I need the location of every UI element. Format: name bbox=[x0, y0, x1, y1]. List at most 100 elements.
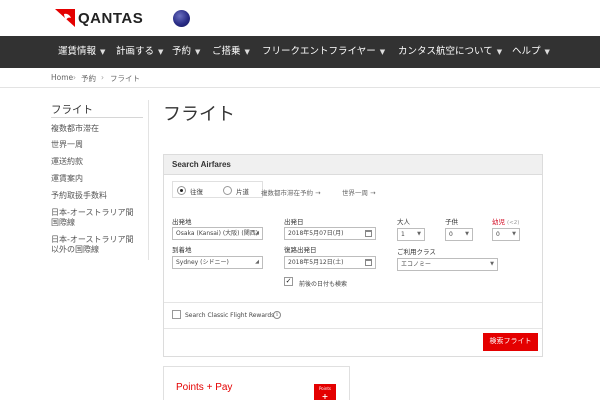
chevron-down-icon: ▼ bbox=[490, 261, 494, 267]
nav-help[interactable]: ヘルプ ▼ bbox=[512, 36, 550, 68]
sidebar-item-label: 以外の国際線 bbox=[51, 245, 99, 254]
nav-label: カンタス航空について bbox=[398, 46, 493, 57]
sidebar-item-label: 国際線 bbox=[51, 218, 75, 227]
infants-note: (<2) bbox=[507, 220, 520, 226]
depart-date-label: 出発日 bbox=[284, 218, 304, 226]
infants-select[interactable]: 0 ▼ bbox=[492, 228, 520, 241]
search-airfares-panel: Search Airfares 往復 片道 複数都市滞在予約 → 世界一周 → … bbox=[163, 154, 543, 357]
origin-label: 出発地 bbox=[172, 218, 192, 226]
round-the-world-link[interactable]: 世界一周 → bbox=[342, 187, 376, 197]
oneworld-icon bbox=[173, 10, 190, 27]
panel-header: Search Airfares bbox=[164, 155, 542, 175]
chevron-down-icon: ▼ bbox=[100, 48, 106, 56]
adults-value: 1 bbox=[401, 231, 405, 238]
breadcrumb-separator: › bbox=[101, 73, 104, 82]
multi-city-link[interactable]: 複数都市滞在予約 → bbox=[261, 187, 321, 197]
infants-label-text: 幼児 bbox=[492, 218, 505, 226]
infants-value: 0 bbox=[496, 231, 500, 238]
points-pay-promo[interactable]: Points + Pay Points + bbox=[163, 366, 350, 400]
radio-return-label[interactable]: 往復 bbox=[190, 186, 203, 196]
resize-handle-icon: ◢ bbox=[255, 230, 259, 236]
radio-one-way[interactable] bbox=[223, 186, 232, 195]
cabin-class-select[interactable]: エコノミー ▼ bbox=[397, 258, 498, 271]
flexible-dates-checkbox[interactable]: ✓ bbox=[284, 277, 293, 286]
sidebar-item-other-international[interactable]: 日本-オーストラリア間 以外の国際線 bbox=[51, 235, 134, 255]
chevron-down-icon: ▼ bbox=[465, 231, 469, 237]
nav-label: 計画する bbox=[116, 46, 155, 57]
panel-divider bbox=[164, 328, 542, 329]
infants-label: 幼児 (<2) bbox=[492, 216, 519, 226]
resize-handle-icon: ◢ bbox=[255, 259, 259, 265]
adults-label: 大人 bbox=[397, 218, 410, 226]
return-date-input[interactable]: 2018年5月12日(土) bbox=[284, 256, 376, 269]
children-label: 子供 bbox=[445, 218, 458, 226]
nav-label: ヘルプ bbox=[512, 46, 541, 57]
sidebar-item-booking-fees[interactable]: 予約取扱手数料 bbox=[51, 191, 107, 201]
origin-input[interactable]: Osaka (Kansai) (大阪) (関西) ◢ bbox=[172, 227, 263, 240]
breadcrumb-home[interactable]: Home bbox=[51, 73, 73, 82]
nav-about[interactable]: カンタス航空について ▼ bbox=[398, 36, 502, 68]
children-value: 0 bbox=[449, 231, 453, 238]
promo-title: Points + Pay bbox=[176, 382, 233, 393]
sidebar-item-fare-guide[interactable]: 運賃案内 bbox=[51, 174, 83, 184]
sidebar-divider bbox=[51, 117, 143, 118]
sidebar-border bbox=[148, 100, 149, 260]
destination-label: 到着地 bbox=[172, 246, 192, 254]
breadcrumb-separator: › bbox=[73, 73, 76, 82]
sidebar-item-label: 日本-オーストラリア間 bbox=[51, 208, 134, 217]
main-nav: 運賃情報 ▼ 計画する ▼ 予約 ▼ ご搭乗 ▼ フリークエントフライヤー ▼ カンタス航… bbox=[0, 36, 600, 68]
calendar-icon[interactable] bbox=[365, 230, 372, 237]
destination-input[interactable]: Sydney (シドニー) ◢ bbox=[172, 256, 263, 269]
nav-frequent-flyer[interactable]: フリークエントフライヤー ▼ bbox=[262, 36, 385, 68]
cabin-class-label: ご利用クラス bbox=[397, 248, 436, 256]
nav-travel[interactable]: ご搭乗 ▼ bbox=[212, 36, 250, 68]
chevron-down-icon: ▼ bbox=[244, 48, 250, 56]
cabin-class-value: エコノミー bbox=[401, 261, 432, 268]
nav-label: 予約 bbox=[172, 46, 192, 57]
page-title: フライト bbox=[163, 104, 235, 125]
breadcrumb-book[interactable]: 予約 bbox=[81, 73, 96, 84]
info-icon[interactable]: i bbox=[273, 311, 281, 319]
nav-label: 運賃情報 bbox=[58, 46, 97, 57]
panel-divider bbox=[164, 302, 542, 303]
chevron-down-icon: ▼ bbox=[417, 231, 421, 237]
depart-date-value: 2018年5月07日(月) bbox=[288, 230, 344, 237]
flexible-dates-label[interactable]: 前後の日付も検索 bbox=[299, 279, 347, 288]
nav-plan[interactable]: 計画する ▼ bbox=[116, 36, 163, 68]
nav-label: ご搭乗 bbox=[212, 46, 241, 57]
points-plus-badge: Points + bbox=[314, 384, 336, 400]
chevron-down-icon: ▼ bbox=[195, 48, 201, 56]
sidebar-item-conditions-of-carriage[interactable]: 運送約款 bbox=[51, 157, 83, 167]
badge-label: Points bbox=[318, 386, 331, 391]
breadcrumb-current: フライト bbox=[110, 74, 140, 83]
children-select[interactable]: 0 ▼ bbox=[445, 228, 473, 241]
badge-plus: + bbox=[321, 392, 329, 400]
qantas-logo[interactable]: QANTAS bbox=[55, 8, 143, 28]
return-date-value: 2018年5月12日(土) bbox=[288, 259, 344, 266]
sidebar-title: フライト bbox=[51, 104, 93, 116]
chevron-down-icon: ▼ bbox=[379, 48, 386, 56]
sidebar-item-japan-australia[interactable]: 日本-オーストラリア間 国際線 bbox=[51, 208, 134, 228]
nav-label: フリークエントフライヤー bbox=[262, 46, 376, 57]
kangaroo-logo-icon bbox=[55, 9, 75, 27]
trip-type-group: 往復 片道 bbox=[172, 181, 263, 198]
adults-select[interactable]: 1 ▼ bbox=[397, 228, 425, 241]
nav-book[interactable]: 予約 ▼ bbox=[172, 36, 200, 68]
search-flights-button[interactable]: 検索フライト bbox=[483, 333, 538, 351]
sidebar-item-label: 日本-オーストラリア間 bbox=[51, 235, 134, 244]
chevron-down-icon: ▼ bbox=[512, 231, 516, 237]
calendar-icon[interactable] bbox=[365, 259, 372, 266]
nav-fares[interactable]: 運賃情報 ▼ bbox=[58, 36, 105, 68]
depart-date-input[interactable]: 2018年5月07日(月) bbox=[284, 227, 376, 240]
chevron-down-icon: ▼ bbox=[158, 48, 164, 56]
radio-return[interactable] bbox=[177, 186, 186, 195]
sidebar-item-round-the-world[interactable]: 世界一周 bbox=[51, 140, 83, 150]
panel-heading: Search Airfares bbox=[172, 160, 231, 169]
breadcrumb: Home › 予約 › フライト bbox=[0, 68, 600, 88]
classic-rewards-checkbox[interactable] bbox=[172, 310, 181, 319]
sidebar-item-multi-city[interactable]: 複数都市滞在 bbox=[51, 124, 99, 134]
chevron-down-icon: ▼ bbox=[496, 48, 503, 56]
return-date-label: 復路出発日 bbox=[284, 246, 317, 254]
classic-rewards-label[interactable]: Search Classic Flight Rewards bbox=[185, 312, 274, 319]
radio-one-way-label[interactable]: 片道 bbox=[236, 186, 249, 196]
